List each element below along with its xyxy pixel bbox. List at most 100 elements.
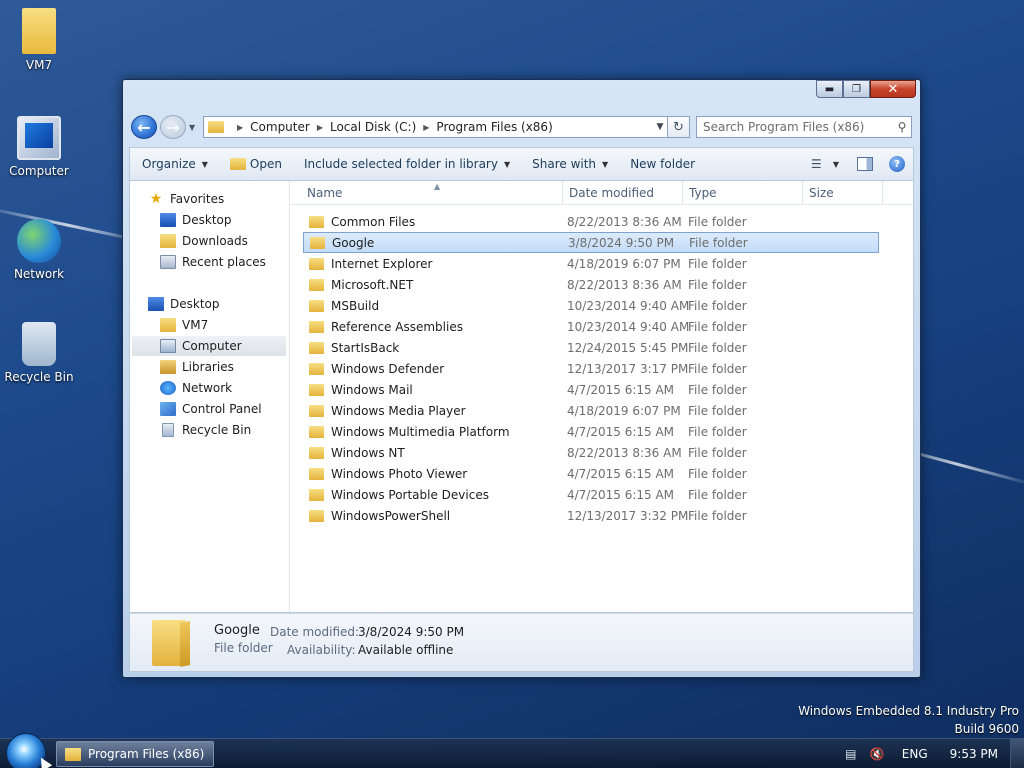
taskbar-explorer-button[interactable]: Program Files (x86) bbox=[56, 741, 214, 767]
new-folder-button[interactable]: New folder bbox=[630, 157, 695, 171]
file-row[interactable]: Reference Assemblies 10/23/2014 9:40 AM Fi… bbox=[303, 316, 879, 337]
file-list-pane: Name ▲ Date modified Type Size Common Fi… bbox=[291, 181, 913, 612]
nav-label: Control Panel bbox=[182, 402, 262, 416]
folder-icon bbox=[309, 299, 324, 312]
details-date-label: Date modified: bbox=[270, 625, 360, 639]
file-row[interactable]: Windows Photo Viewer 4/7/2015 6:15 AM File… bbox=[303, 463, 879, 484]
desktop-icon-vm7[interactable]: VM7 bbox=[0, 8, 78, 72]
file-type: File folder bbox=[688, 403, 747, 418]
breadcrumb-chevron-icon[interactable]: ▶ bbox=[317, 123, 323, 132]
breadcrumb-chevron-icon[interactable]: ▶ bbox=[237, 123, 243, 132]
search-input[interactable]: Search Program Files (x86) ⚲ bbox=[696, 116, 912, 138]
nav-label: VM7 bbox=[182, 318, 209, 332]
nav-desktop[interactable]: Desktop bbox=[148, 294, 220, 314]
column-type[interactable]: Type bbox=[683, 181, 803, 205]
toolbar-right: ☰ ▼ ? bbox=[811, 156, 913, 172]
help-icon[interactable]: ? bbox=[889, 156, 905, 172]
change-view-icon[interactable]: ☰ bbox=[811, 157, 827, 171]
address-bar[interactable]: ▶ Computer ▶ Local Disk (C:) ▶ Program F… bbox=[203, 116, 668, 138]
nav-control-panel[interactable]: Control Panel bbox=[160, 399, 262, 419]
include-in-library-button[interactable]: Include selected folder in library ▼ bbox=[304, 157, 510, 171]
file-date: 4/7/2015 6:15 AM bbox=[567, 382, 675, 397]
share-with-button[interactable]: Share with ▼ bbox=[532, 157, 608, 171]
column-size[interactable]: Size bbox=[803, 181, 883, 205]
file-row[interactable]: Windows Mail 4/7/2015 6:15 AM File folder bbox=[303, 379, 879, 400]
nav-network[interactable]: Network bbox=[160, 378, 232, 398]
chevron-down-icon[interactable]: ▼ bbox=[833, 160, 839, 169]
file-row[interactable]: WindowsPowerShell 12/13/2017 3:32 PM File … bbox=[303, 505, 879, 526]
desktop-icon-recycle-bin[interactable]: Recycle Bin bbox=[0, 322, 78, 384]
close-button[interactable]: ✕ bbox=[870, 80, 916, 98]
file-date: 10/23/2014 9:40 AM bbox=[567, 319, 690, 334]
preview-pane-icon[interactable] bbox=[857, 157, 873, 171]
nav-vm7[interactable]: VM7 bbox=[160, 315, 208, 335]
details-type: File folder bbox=[214, 641, 273, 655]
column-name[interactable]: Name ▲ bbox=[301, 181, 563, 205]
file-row[interactable]: Internet Explorer 4/18/2019 6:07 PM File f… bbox=[303, 253, 879, 274]
organize-button[interactable]: Organize ▼ bbox=[142, 157, 208, 171]
nav-computer[interactable]: Computer bbox=[132, 336, 286, 356]
file-name: Microsoft.NET bbox=[331, 277, 414, 292]
details-availability-value: Available offline bbox=[358, 643, 454, 657]
recent-locations-button[interactable]: ▼ bbox=[189, 123, 199, 132]
file-row[interactable]: Windows Defender 12/13/2017 3:17 PM File f… bbox=[303, 358, 879, 379]
nav-recycle-bin[interactable]: Recycle Bin bbox=[160, 420, 251, 440]
os-edition-text: Windows Embedded 8.1 Industry Pro bbox=[798, 704, 1019, 718]
input-language[interactable]: ENG bbox=[902, 747, 928, 761]
file-name: Reference Assemblies bbox=[331, 319, 463, 334]
computer-icon bbox=[160, 339, 176, 353]
nav-libraries[interactable]: Libraries bbox=[160, 357, 234, 377]
network-status-icon[interactable]: ▤ bbox=[844, 747, 858, 761]
desktop-icon-computer[interactable]: Computer bbox=[0, 116, 78, 178]
file-row[interactable]: Windows Media Player 4/18/2019 6:07 PM Fil… bbox=[303, 400, 879, 421]
file-row[interactable]: Microsoft.NET 8/22/2013 8:36 AM File folde… bbox=[303, 274, 879, 295]
minimize-icon: ▬ bbox=[824, 83, 835, 95]
chevron-down-icon: ▼ bbox=[189, 122, 196, 132]
command-bar: Organize ▼ Open Include selected folder i… bbox=[129, 147, 914, 181]
clock[interactable]: 9:53 PM bbox=[950, 747, 998, 761]
file-row[interactable]: Windows NT 8/22/2013 8:36 AM File folder bbox=[303, 442, 879, 463]
file-row[interactable]: StartIsBack 12/24/2015 5:45 PM File folder bbox=[303, 337, 879, 358]
maximize-icon: ❐ bbox=[852, 83, 861, 95]
refresh-icon: ↻ bbox=[673, 119, 684, 135]
file-row[interactable]: Windows Portable Devices 4/7/2015 6:15 AM… bbox=[303, 484, 879, 505]
nav-favorites[interactable]: ★ Favorites bbox=[148, 189, 225, 209]
nav-label: Libraries bbox=[182, 360, 234, 374]
file-date: 12/13/2017 3:32 PM bbox=[567, 508, 689, 523]
explorer-window[interactable]: ▬ ❐ ✕ ← → ▼ ▶ Computer ▶ Local Disk (C:)… bbox=[122, 79, 921, 678]
file-row[interactable]: Common Files 8/22/2013 8:36 AM File folder bbox=[303, 211, 879, 232]
breadcrumb-chevron-icon[interactable]: ▶ bbox=[423, 123, 429, 132]
minimize-button[interactable]: ▬ bbox=[816, 80, 843, 98]
search-icon[interactable]: ⚲ bbox=[893, 120, 911, 134]
close-icon: ✕ bbox=[887, 81, 899, 97]
address-dropdown-icon[interactable]: ▼ bbox=[653, 122, 667, 132]
file-type: File folder bbox=[688, 277, 747, 292]
refresh-button[interactable]: ↻ bbox=[668, 116, 690, 138]
folder-icon bbox=[309, 215, 324, 228]
folder-icon bbox=[309, 257, 324, 270]
back-button[interactable]: ← bbox=[131, 115, 157, 139]
breadcrumb-computer[interactable]: Computer bbox=[250, 120, 310, 134]
folder-icon bbox=[309, 509, 324, 522]
file-date: 4/7/2015 6:15 AM bbox=[567, 424, 675, 439]
nav-fav-desktop[interactable]: Desktop bbox=[160, 210, 232, 230]
forward-button[interactable]: → bbox=[160, 115, 186, 139]
volume-muted-icon[interactable]: 🔇 bbox=[870, 747, 885, 761]
breadcrumb-program-files[interactable]: Program Files (x86) bbox=[436, 120, 552, 134]
navigation-row: ← → ▼ ▶ Computer ▶ Local Disk (C:) ▶ Pro… bbox=[131, 115, 912, 139]
file-row[interactable]: MSBuild 10/23/2014 9:40 AM File folder bbox=[303, 295, 879, 316]
file-row[interactable]: Google 3/8/2024 9:50 PM File folder bbox=[303, 232, 879, 253]
file-type: File folder bbox=[689, 235, 748, 250]
breadcrumb-local-disk[interactable]: Local Disk (C:) bbox=[330, 120, 416, 134]
maximize-button[interactable]: ❐ bbox=[843, 80, 870, 98]
column-date-modified[interactable]: Date modified bbox=[563, 181, 683, 205]
nav-fav-recent[interactable]: Recent places bbox=[160, 252, 266, 272]
show-desktop-button[interactable] bbox=[1010, 739, 1024, 768]
desktop-icon-network[interactable]: Network bbox=[0, 219, 78, 281]
file-date: 12/24/2015 5:45 PM bbox=[567, 340, 689, 355]
file-date: 4/7/2015 6:15 AM bbox=[567, 466, 675, 481]
nav-fav-downloads[interactable]: Downloads bbox=[160, 231, 248, 251]
file-row[interactable]: Windows Multimedia Platform 4/7/2015 6:15… bbox=[303, 421, 879, 442]
open-button[interactable]: Open bbox=[229, 157, 282, 171]
file-name: Windows Mail bbox=[331, 382, 413, 397]
